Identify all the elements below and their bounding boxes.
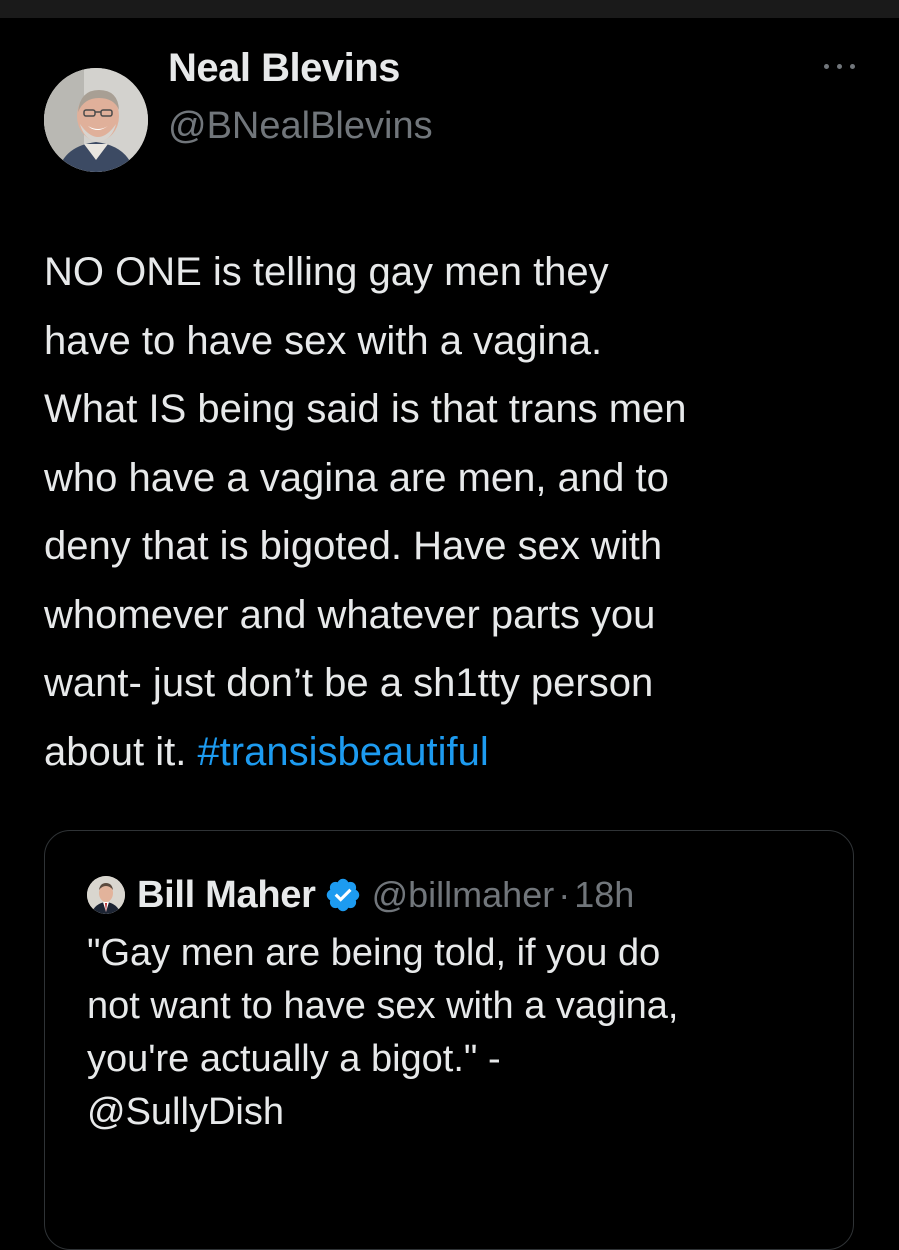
tweet-text: NO ONE is telling gay men they have to h… <box>44 238 864 786</box>
quoted-author-avatar[interactable] <box>87 876 125 914</box>
quoted-tweet-card[interactable]: Bill Maher @billmaher · 18h "Gay men are… <box>44 830 854 1250</box>
author-avatar[interactable] <box>44 68 148 172</box>
tweet-body: NO ONE is telling gay men they have to h… <box>44 250 687 774</box>
quoted-author-name[interactable]: Bill Maher <box>137 874 316 917</box>
more-horizontal-icon[interactable] <box>820 58 860 78</box>
quoted-timestamp[interactable]: 18h <box>574 874 634 916</box>
author-handle[interactable]: @BNealBlevins <box>168 102 433 150</box>
quoted-author-handle[interactable]: @billmaher <box>372 874 555 916</box>
quoted-tweet-header: Bill Maher @billmaher · 18h <box>87 869 634 921</box>
verified-badge-icon <box>326 878 359 912</box>
header-separator: · <box>558 874 571 915</box>
hashtag-link[interactable]: #transisbeautiful <box>197 730 488 774</box>
quoted-tweet-text: "Gay men are being told, if you do not w… <box>87 932 679 1133</box>
author-name[interactable]: Neal Blevins <box>168 44 400 92</box>
tweet-header: Neal Blevins @BNealBlevins <box>44 44 864 172</box>
status-bar-strip <box>0 0 899 18</box>
